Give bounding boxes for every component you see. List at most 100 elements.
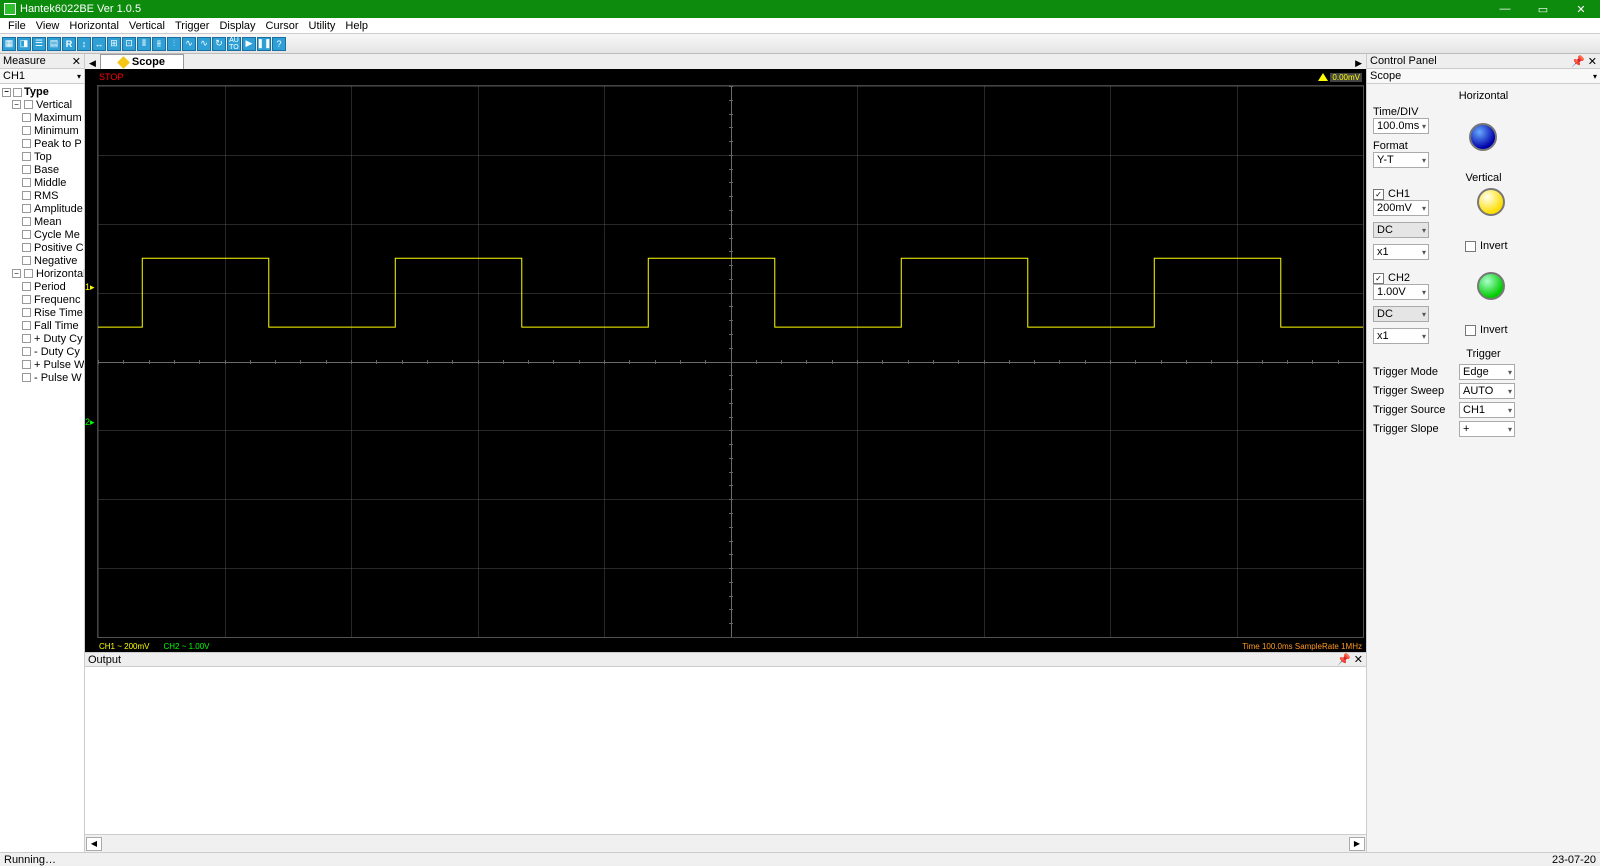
tree-item[interactable]: Top: [0, 150, 84, 163]
toolbar-btn-15[interactable]: ↻: [212, 37, 226, 51]
checkbox-icon[interactable]: [22, 113, 31, 122]
toolbar-btn-11[interactable]: ⫵: [152, 37, 166, 51]
tree-item[interactable]: Base: [0, 163, 84, 176]
toolbar-btn-6[interactable]: ↕: [77, 37, 91, 51]
checkbox-icon[interactable]: [22, 282, 31, 291]
menu-help[interactable]: Help: [341, 20, 372, 32]
ch1-probe-select[interactable]: x1: [1373, 244, 1429, 260]
toolbar-btn-play[interactable]: ▶: [242, 37, 256, 51]
toolbar-btn-9[interactable]: ⊡: [122, 37, 136, 51]
tree-item[interactable]: + Duty Cy: [0, 332, 84, 345]
toolbar-btn-13[interactable]: ∿: [182, 37, 196, 51]
tab-nav-left[interactable]: ◀: [85, 58, 100, 69]
toolbar-btn-7[interactable]: ↔: [92, 37, 106, 51]
ch1-knob[interactable]: [1477, 188, 1505, 216]
checkbox-icon[interactable]: [22, 230, 31, 239]
checkbox-icon[interactable]: [22, 217, 31, 226]
ch2-knob[interactable]: [1477, 272, 1505, 300]
tree-item[interactable]: Minimum: [0, 124, 84, 137]
ch2-coupling-select[interactable]: DC: [1373, 306, 1429, 322]
output-scrollbar[interactable]: ◀ ▶: [85, 834, 1366, 852]
toolbar-btn-14[interactable]: ∿: [197, 37, 211, 51]
checkbox-icon[interactable]: [22, 178, 31, 187]
minimize-button[interactable]: ―: [1486, 0, 1524, 18]
menu-display[interactable]: Display: [215, 20, 259, 32]
tree-item[interactable]: - Pulse W: [0, 371, 84, 384]
toolbar-btn-2[interactable]: ◨: [17, 37, 31, 51]
menu-trigger[interactable]: Trigger: [171, 20, 213, 32]
toolbar-btn-r[interactable]: R: [62, 37, 76, 51]
toolbar-btn-8[interactable]: ⊞: [107, 37, 121, 51]
tab-scope[interactable]: Scope: [100, 54, 184, 69]
checkbox-icon[interactable]: [22, 256, 31, 265]
tree-item[interactable]: Fall Time: [0, 319, 84, 332]
scroll-right-icon[interactable]: ▶: [1349, 837, 1365, 851]
tree-collapse-icon[interactable]: −: [2, 88, 11, 97]
maximize-button[interactable]: ▭: [1524, 0, 1562, 18]
menu-cursor[interactable]: Cursor: [262, 20, 303, 32]
menu-utility[interactable]: Utility: [305, 20, 340, 32]
ch1-invert-checkbox[interactable]: [1465, 241, 1476, 252]
tree-item[interactable]: Frequenc: [0, 293, 84, 306]
ch1-checkbox[interactable]: ✓: [1373, 189, 1384, 200]
toolbar-btn-pause[interactable]: ❚❚: [257, 37, 271, 51]
tree-item[interactable]: Period: [0, 280, 84, 293]
checkbox-icon[interactable]: [22, 334, 31, 343]
tree-item[interactable]: Positive C: [0, 241, 84, 254]
vertical-collapse-icon[interactable]: −: [12, 100, 21, 109]
toolbar-btn-1[interactable]: ▦: [2, 37, 16, 51]
checkbox-icon[interactable]: [22, 126, 31, 135]
tree-item[interactable]: RMS: [0, 189, 84, 202]
checkbox-icon[interactable]: [22, 295, 31, 304]
checkbox-icon[interactable]: [22, 321, 31, 330]
tree-item[interactable]: Middle: [0, 176, 84, 189]
close-button[interactable]: ✕: [1562, 0, 1600, 18]
control-pin-icon[interactable]: 📌: [1571, 55, 1585, 68]
menu-vertical[interactable]: Vertical: [125, 20, 169, 32]
scroll-left-icon[interactable]: ◀: [86, 837, 102, 851]
tree-item[interactable]: Cycle Me: [0, 228, 84, 241]
menu-view[interactable]: View: [32, 20, 64, 32]
horizontal-knob[interactable]: [1469, 123, 1497, 151]
tree-item[interactable]: Rise Time: [0, 306, 84, 319]
toolbar-btn-10[interactable]: ⫴: [137, 37, 151, 51]
trigsrc-select[interactable]: CH1: [1459, 402, 1515, 418]
checkbox-icon[interactable]: [22, 139, 31, 148]
checkbox-icon[interactable]: [22, 347, 31, 356]
checkbox-icon[interactable]: [22, 152, 31, 161]
control-close-icon[interactable]: ✕: [1588, 55, 1597, 68]
tree-item[interactable]: Negative: [0, 254, 84, 267]
ch2-invert-checkbox[interactable]: [1465, 325, 1476, 336]
timediv-select[interactable]: 100.0ms: [1373, 118, 1429, 134]
horizontal-collapse-icon[interactable]: −: [12, 269, 21, 278]
checkbox-icon[interactable]: [22, 204, 31, 213]
ch1-coupling-select[interactable]: DC: [1373, 222, 1429, 238]
trigmode-select[interactable]: Edge: [1459, 364, 1515, 380]
tree-item[interactable]: + Pulse W: [0, 358, 84, 371]
format-select[interactable]: Y-T: [1373, 152, 1429, 168]
checkbox-icon[interactable]: [22, 165, 31, 174]
tab-nav-right[interactable]: ▶: [1351, 58, 1366, 69]
output-pin-icon[interactable]: 📌: [1337, 653, 1351, 666]
menu-horizontal[interactable]: Horizontal: [65, 20, 123, 32]
checkbox-icon[interactable]: [22, 373, 31, 382]
checkbox-icon[interactable]: [22, 308, 31, 317]
tree-item[interactable]: Peak to P: [0, 137, 84, 150]
output-close-icon[interactable]: ✕: [1354, 653, 1363, 666]
toolbar-btn-12[interactable]: ⫶: [167, 37, 181, 51]
checkbox-icon[interactable]: [22, 243, 31, 252]
trigsweep-select[interactable]: AUTO: [1459, 383, 1515, 399]
toolbar-btn-help[interactable]: ?: [272, 37, 286, 51]
scope-canvas[interactable]: [97, 85, 1364, 638]
checkbox-icon[interactable]: [22, 360, 31, 369]
ch2-voltdiv-select[interactable]: 1.00V: [1373, 284, 1429, 300]
menu-file[interactable]: File: [4, 20, 30, 32]
ch2-checkbox[interactable]: ✓: [1373, 273, 1384, 284]
measure-channel-select[interactable]: CH1 ▾: [0, 69, 84, 84]
tree-item[interactable]: Mean: [0, 215, 84, 228]
toolbar-btn-4[interactable]: ▤: [47, 37, 61, 51]
tree-item[interactable]: - Duty Cy: [0, 345, 84, 358]
measure-close-icon[interactable]: ✕: [72, 55, 81, 68]
toolbar-btn-3[interactable]: ☰: [32, 37, 46, 51]
trigslope-select[interactable]: +: [1459, 421, 1515, 437]
